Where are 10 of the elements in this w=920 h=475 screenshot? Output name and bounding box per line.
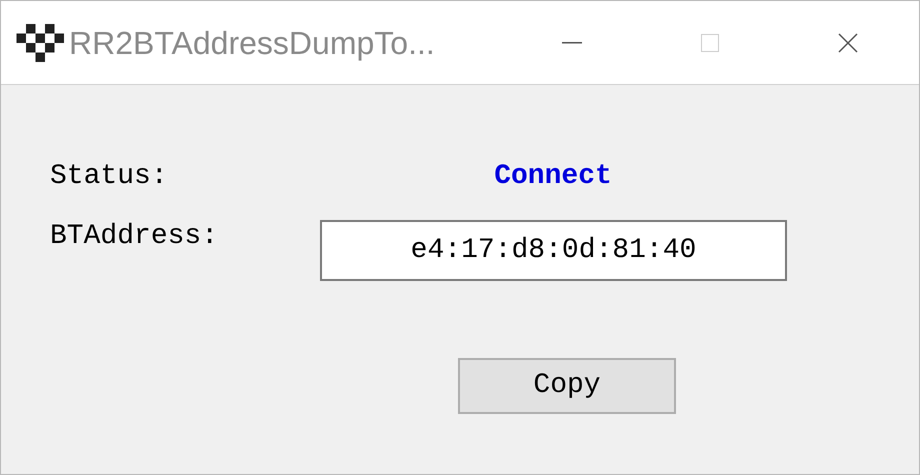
app-icon	[15, 24, 65, 62]
minimize-icon	[562, 42, 582, 44]
window-title: RR2BTAddressDumpTo...	[69, 24, 435, 63]
status-value: Connect	[493, 160, 613, 194]
bt-address-label: BTAddress:	[50, 220, 220, 254]
bt-address-field[interactable]: e4:17:d8:0d:81:40	[320, 220, 787, 281]
close-icon	[838, 32, 858, 52]
copy-button[interactable]: Copy	[458, 358, 676, 414]
maximize-icon	[701, 34, 719, 52]
status-label: Status:	[50, 160, 169, 194]
